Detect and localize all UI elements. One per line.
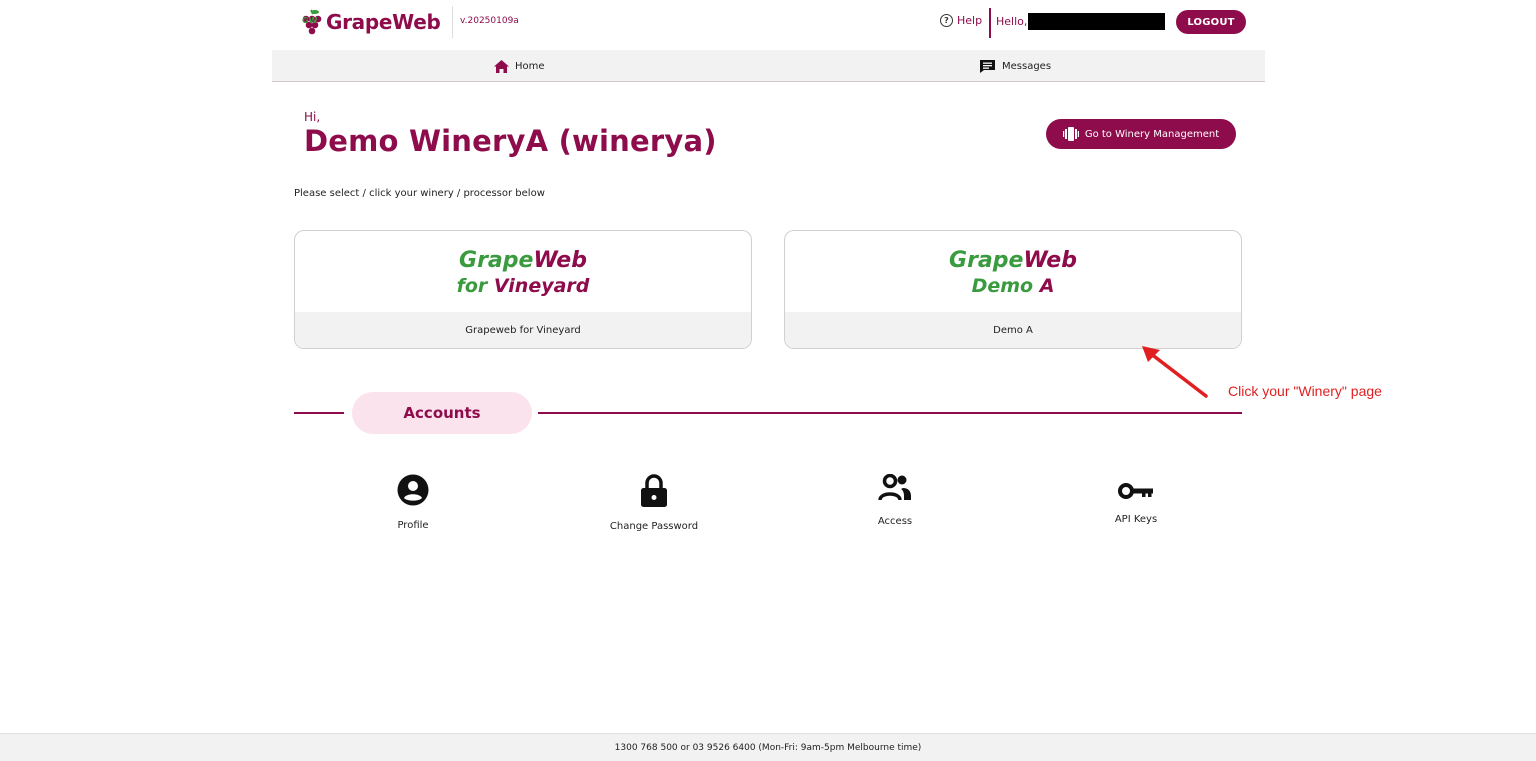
instruction-text: Please select / click your winery / proc…	[294, 188, 545, 199]
hello-label: Hello,	[996, 15, 1028, 28]
grape-logo-icon: GW	[298, 8, 324, 36]
home-icon	[494, 59, 509, 73]
card-logo-line1-a: Grape	[459, 247, 534, 273]
grapeweb-logo[interactable]: GW GrapeWeb	[298, 8, 441, 36]
winery-card-demo-a[interactable]: GrapeWeb Demo A Demo A	[784, 230, 1242, 349]
accounts-section-title: Accounts	[352, 392, 532, 434]
main-nav: Home Messages	[272, 50, 1265, 82]
account-item-label: Profile	[397, 520, 429, 531]
svg-text:GW: GW	[302, 16, 318, 25]
card-logo-line1-a: Grape	[949, 247, 1024, 273]
account-item-change-password[interactable]: Change Password	[584, 474, 724, 532]
account-item-label: Change Password	[609, 521, 699, 532]
card-logo-line1-b: Web	[1023, 247, 1077, 273]
card-logo-line2-b: Vineyard	[493, 274, 590, 297]
lock-icon	[641, 474, 667, 507]
logout-button[interactable]: LOGOUT	[1176, 10, 1246, 34]
account-item-access[interactable]: Access	[825, 474, 965, 527]
section-divider-left	[294, 412, 344, 414]
redacted-username	[1028, 13, 1165, 30]
go-to-winery-management-button[interactable]: Go to Winery Management	[1046, 119, 1236, 149]
annotation-arrow-icon	[1142, 346, 1208, 398]
help-label: Help	[957, 14, 983, 27]
users-icon	[878, 474, 911, 501]
greeting-text: Hi,	[304, 110, 321, 124]
question-circle-icon: ?	[940, 14, 953, 27]
account-item-label: Access	[877, 516, 913, 527]
nav-home-label: Home	[515, 60, 545, 72]
winery-card-vineyard[interactable]: GrapeWeb for Vineyard Grapeweb for Viney…	[294, 230, 752, 349]
page-title: Demo WineryA (winerya)	[304, 124, 717, 158]
card-label: Grapeweb for Vineyard	[295, 312, 751, 348]
help-link[interactable]: ? Help	[940, 14, 982, 27]
annotation-text: Click your "Winery" page	[1228, 383, 1382, 399]
card-logo-line2-a: for	[456, 274, 494, 297]
account-item-api-keys[interactable]: API Keys	[1066, 474, 1206, 525]
card-logo: GrapeWeb for Vineyard	[295, 231, 751, 314]
profile-icon	[397, 474, 429, 506]
version-label: v.20250109a	[460, 16, 519, 26]
card-logo: GrapeWeb Demo A	[785, 231, 1241, 314]
logo-text: GrapeWeb	[326, 10, 441, 34]
winery-management-icon	[1062, 127, 1079, 141]
nav-messages-label: Messages	[1002, 60, 1052, 72]
section-divider-right	[538, 412, 1242, 414]
nav-item-home[interactable]: Home	[494, 50, 545, 82]
key-icon	[1118, 483, 1153, 499]
header-divider	[989, 8, 991, 38]
card-logo-line1-b: Web	[533, 247, 587, 273]
go-to-winery-management-label: Go to Winery Management	[1084, 128, 1220, 140]
top-bar: GW GrapeWeb v.20250109a ? Help Hello, LO…	[272, 0, 1265, 48]
nav-item-messages[interactable]: Messages	[979, 50, 1051, 82]
account-item-profile[interactable]: Profile	[343, 474, 483, 531]
footer-contact: 1300 768 500 or 03 9526 6400 (Mon-Fri: 9…	[0, 733, 1536, 761]
account-item-label: API Keys	[1114, 514, 1158, 525]
version-divider	[452, 6, 453, 38]
card-logo-line2-a: Demo	[971, 274, 1040, 297]
card-logo-line2-b: A	[1039, 274, 1055, 297]
message-icon	[980, 59, 995, 73]
